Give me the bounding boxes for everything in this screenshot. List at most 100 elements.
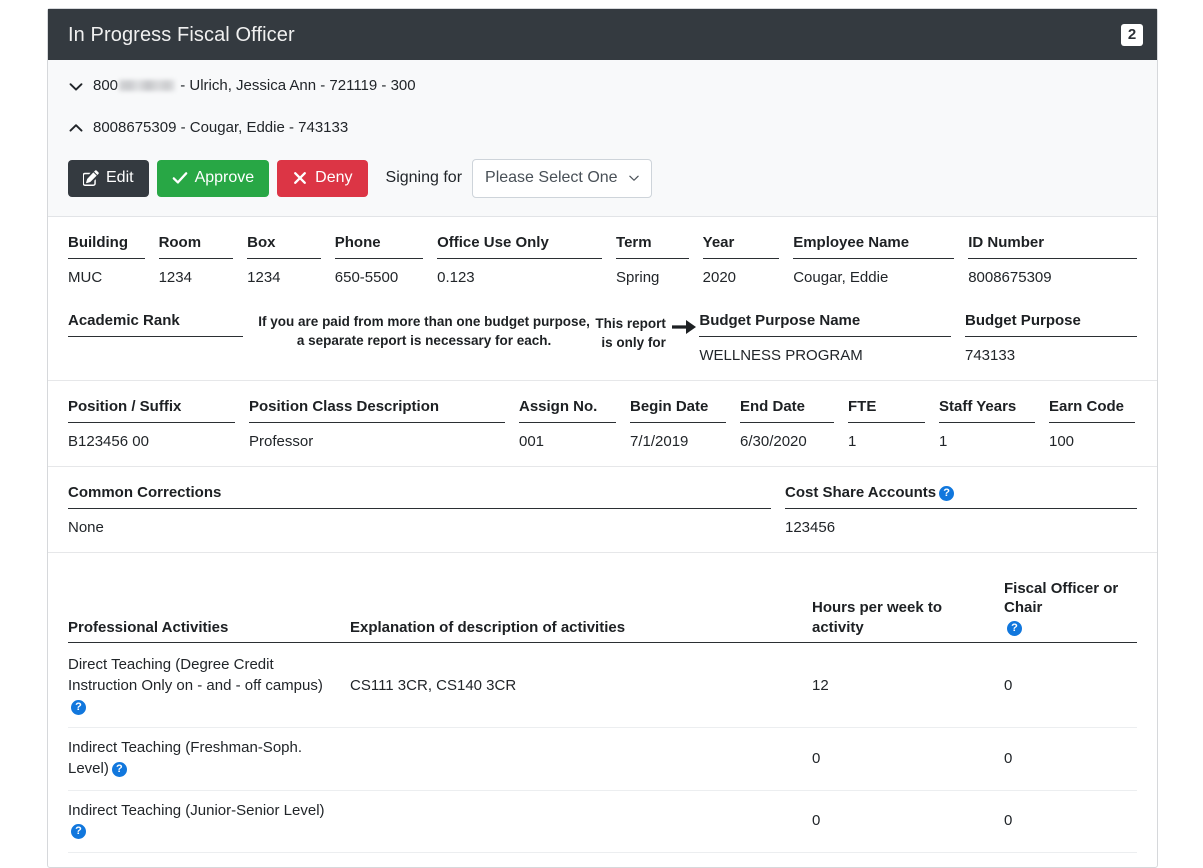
field-label: Term xyxy=(616,234,689,259)
signing-for-select[interactable]: Please Select One xyxy=(472,159,652,198)
field-employee-name: Employee Name Cougar, Eddie xyxy=(793,234,968,288)
field-end-date: End Date 6/30/2020 xyxy=(740,398,848,452)
field-common-corrections: Common Corrections None xyxy=(68,484,785,538)
report-only-note-text: This report is only for xyxy=(591,314,666,353)
activity-label: Indirect Teaching (Freshman-Soph. Level) xyxy=(68,739,302,777)
cell-explanation xyxy=(350,790,812,852)
field-value: 0.123 xyxy=(437,259,602,288)
activities-table: Professional Activities Explanation of d… xyxy=(68,579,1137,853)
field-room: Room 1234 xyxy=(159,234,248,288)
help-circle-icon[interactable]: ? xyxy=(1007,621,1022,636)
cell-hours: 12 xyxy=(812,643,1004,728)
table-header-row: Professional Activities Explanation of d… xyxy=(68,579,1137,643)
field-value: 7/1/2019 xyxy=(630,423,726,452)
cell-activity: Direct Teaching (Degree Credit Instructi… xyxy=(68,643,350,728)
chevron-down-icon xyxy=(68,79,84,95)
field-value: WELLNESS PROGRAM xyxy=(699,337,951,366)
deny-button[interactable]: Deny xyxy=(277,160,367,196)
field-value: 123456 xyxy=(785,509,1137,538)
field-label-text: Cost Share Accounts xyxy=(785,484,936,501)
collapse-row-label: 8008675309 - Cougar, Eddie - 743133 xyxy=(93,118,348,138)
field-phone: Phone 650-5500 xyxy=(335,234,437,288)
help-circle-icon[interactable]: ? xyxy=(71,700,86,715)
field-label: End Date xyxy=(740,398,834,423)
field-label: Phone xyxy=(335,234,423,259)
cell-hours: 0 xyxy=(812,790,1004,852)
field-value xyxy=(68,337,243,362)
field-value: 6/30/2020 xyxy=(740,423,834,452)
report-only-note: This report is only for xyxy=(591,312,666,366)
help-circle-icon[interactable]: ? xyxy=(71,824,86,839)
collapse-row-ulrich[interactable]: 800 - Ulrich, Jessica Ann - 721119 - 300 xyxy=(68,76,1137,96)
field-value: B123456 00 xyxy=(68,423,235,452)
signing-for-label: Signing for xyxy=(386,169,463,187)
field-value: 1 xyxy=(848,423,925,452)
employee-info-section: Building MUC Room 1234 Box 1234 Phone 65… xyxy=(48,217,1157,381)
table-row: Indirect Teaching (Junior-Senior Level)?… xyxy=(68,790,1137,852)
field-earn-code: Earn Code 100 xyxy=(1049,398,1135,452)
page-title: In Progress Fiscal Officer xyxy=(68,25,295,45)
action-bar: Edit Approve Den xyxy=(68,159,1137,198)
field-label: Position Class Description xyxy=(249,398,505,423)
help-circle-icon[interactable]: ? xyxy=(939,486,954,501)
check-icon xyxy=(172,170,188,186)
employee-info-row-2: Academic Rank If you are paid from more … xyxy=(68,288,1137,366)
field-value: 2020 xyxy=(703,259,780,288)
table-row: Indirect Teaching (Freshman-Soph. Level)… xyxy=(68,728,1137,790)
field-value: 1234 xyxy=(159,259,234,288)
field-value: 100 xyxy=(1049,423,1135,452)
field-fte: FTE 1 xyxy=(848,398,939,452)
collapse-row-cougar[interactable]: 8008675309 - Cougar, Eddie - 743133 xyxy=(68,118,1137,138)
chevron-up-icon xyxy=(68,120,84,136)
field-budget-purpose: Budget Purpose 743133 xyxy=(965,312,1137,366)
field-label: Earn Code xyxy=(1049,398,1135,423)
cell-hours: 0 xyxy=(812,728,1004,790)
field-id-number: ID Number 8008675309 xyxy=(968,234,1137,288)
cell-explanation: CS111 3CR, CS140 3CR xyxy=(350,643,812,728)
field-label: Office Use Only xyxy=(437,234,602,259)
column-professional-activities: Professional Activities xyxy=(68,579,350,643)
field-assign-no: Assign No. 001 xyxy=(519,398,630,452)
field-value: 001 xyxy=(519,423,616,452)
field-value: 1234 xyxy=(247,259,321,288)
field-label: Box xyxy=(247,234,321,259)
field-value: Professor xyxy=(249,423,505,452)
field-label: FTE xyxy=(848,398,925,423)
field-term: Term Spring xyxy=(616,234,703,288)
deny-button-label: Deny xyxy=(315,169,352,187)
multi-budget-note: If you are paid from more than one budge… xyxy=(257,312,591,366)
field-box: Box 1234 xyxy=(247,234,335,288)
fiscal-officer-card: In Progress Fiscal Officer 2 800 - Ulric… xyxy=(47,8,1158,868)
field-label: Building xyxy=(68,234,145,259)
employee-info-row-1: Building MUC Room 1234 Box 1234 Phone 65… xyxy=(68,234,1137,288)
field-label: Begin Date xyxy=(630,398,726,423)
field-value: None xyxy=(68,509,771,538)
approve-button[interactable]: Approve xyxy=(157,160,270,196)
column-label-text: Fiscal Officer or Chair xyxy=(1004,580,1118,617)
table-row: Direct Teaching (Degree Credit Instructi… xyxy=(68,643,1137,728)
field-value: 1 xyxy=(939,423,1035,452)
field-position-suffix: Position / Suffix B123456 00 xyxy=(68,398,249,452)
field-label: Common Corrections xyxy=(68,484,771,509)
activity-label: Indirect Teaching (Junior-Senior Level) xyxy=(68,802,325,819)
help-circle-icon[interactable]: ? xyxy=(112,762,127,777)
field-label: Position / Suffix xyxy=(68,398,235,423)
corrections-row: Common Corrections None Cost Share Accou… xyxy=(68,484,1137,538)
field-label: Cost Share Accounts? xyxy=(785,484,1137,509)
arrow-right-icon xyxy=(666,312,699,366)
field-academic-rank: Academic Rank xyxy=(68,312,257,366)
cell-fiscal-officer: 0 xyxy=(1004,643,1137,728)
field-label: Year xyxy=(703,234,780,259)
edit-button-label: Edit xyxy=(106,169,134,187)
field-year: Year 2020 xyxy=(703,234,794,288)
field-office-use-only: Office Use Only 0.123 xyxy=(437,234,616,288)
redacted-id-block xyxy=(119,80,175,91)
edit-button[interactable]: Edit xyxy=(68,160,149,196)
field-label: Assign No. xyxy=(519,398,616,423)
cell-activity: Indirect Teaching (Junior-Senior Level)? xyxy=(68,790,350,852)
multi-budget-note-text: If you are paid from more than one budge… xyxy=(257,312,591,351)
field-label: Staff Years xyxy=(939,398,1035,423)
field-value: 8008675309 xyxy=(968,259,1137,288)
field-label: Room xyxy=(159,234,234,259)
collapse-row-suffix: - Ulrich, Jessica Ann - 721119 - 300 xyxy=(176,76,416,96)
